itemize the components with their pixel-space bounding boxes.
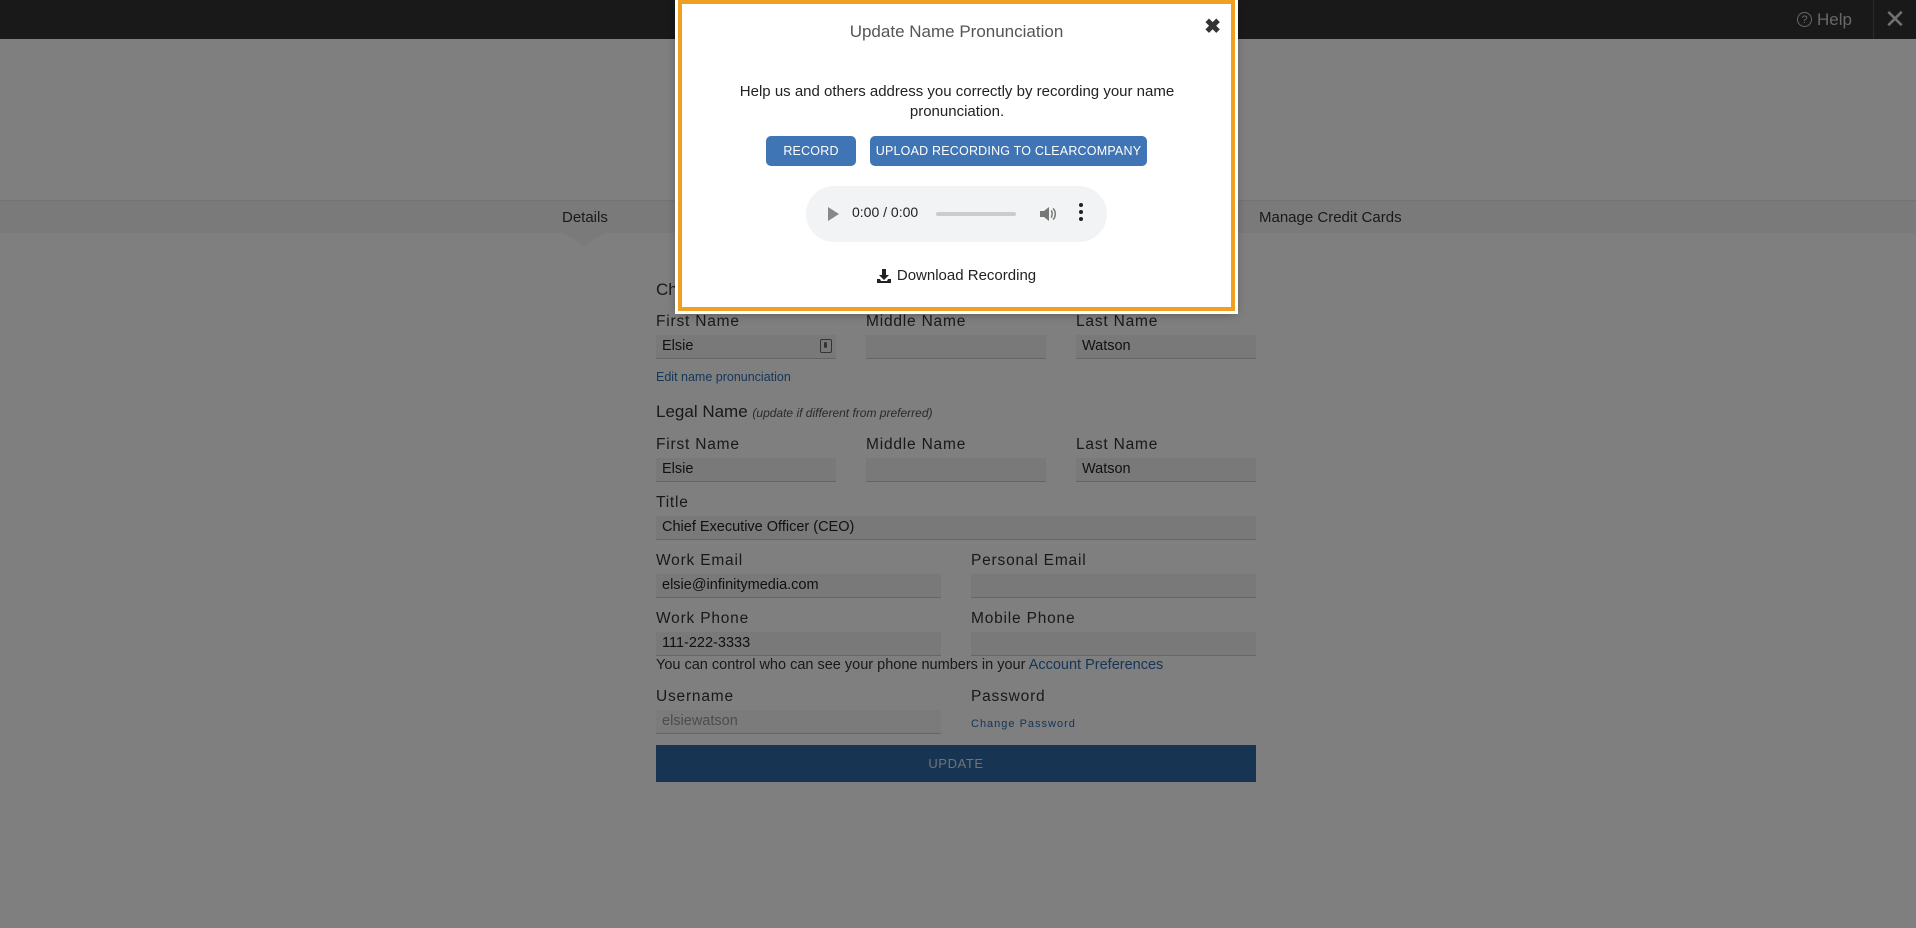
name-pronunciation-modal: Update Name Pronunciation ✖ Help us and … [678, 0, 1235, 311]
download-recording-link[interactable]: Download Recording [682, 267, 1231, 284]
audio-progress-bar[interactable] [936, 212, 1016, 216]
modal-title: Update Name Pronunciation [849, 22, 1064, 41]
download-icon [876, 268, 891, 283]
record-button[interactable]: RECORD [766, 136, 856, 166]
audio-time: 0:00 / 0:00 [852, 204, 919, 220]
volume-icon[interactable] [1037, 204, 1057, 224]
modal-close-button[interactable]: ✖ [1204, 14, 1221, 39]
modal-description: Help us and others address you correctly… [739, 83, 1175, 120]
audio-player: 0:00 / 0:00 [806, 186, 1107, 242]
upload-recording-button[interactable]: UPLOAD RECORDING TO CLEARCOMPANY [870, 136, 1147, 166]
download-recording-label: Download Recording [896, 267, 1037, 284]
close-icon: ✖ [1204, 16, 1221, 38]
more-options-icon[interactable] [1079, 203, 1083, 221]
play-icon[interactable] [828, 207, 839, 221]
